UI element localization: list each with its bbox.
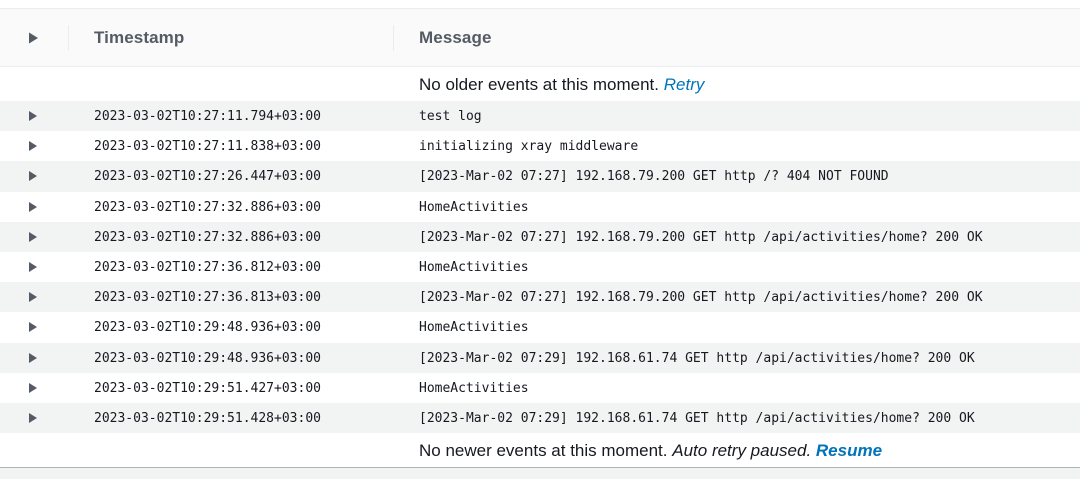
events-list: 2023-03-02T10:27:11.794+03:00 test log 202… — [0, 101, 1080, 434]
event-timestamp: 2023-03-02T10:27:36.812+03:00 — [94, 259, 321, 275]
log-event-row[interactable]: 2023-03-02T10:29:48.936+03:00 [2023-Mar-0… — [0, 342, 1080, 373]
column-divider[interactable] — [68, 25, 69, 51]
event-timestamp: 2023-03-02T10:27:32.886+03:00 — [94, 199, 321, 215]
newer-events-text: No newer events at this moment. — [419, 441, 668, 460]
log-event-row[interactable]: 2023-03-02T10:27:32.886+03:00 HomeActivit… — [0, 192, 1080, 222]
expand-all-caret-icon[interactable] — [26, 31, 40, 45]
expand-row-caret-icon[interactable] — [28, 382, 38, 394]
older-events-message: No older events at this moment. Retry — [419, 75, 704, 95]
event-message: HomeActivities — [419, 199, 529, 215]
log-event-row[interactable]: 2023-03-02T10:27:36.813+03:00 [2023-Mar-0… — [0, 282, 1080, 313]
resume-link[interactable]: Resume — [816, 441, 882, 460]
expand-row-caret-icon[interactable] — [28, 321, 38, 333]
event-timestamp: 2023-03-02T10:27:11.838+03:00 — [94, 139, 321, 155]
event-timestamp: 2023-03-02T10:29:51.428+03:00 — [94, 410, 321, 426]
older-events-banner: No older events at this moment. Retry — [0, 67, 1080, 101]
table-top-edge — [0, 0, 1080, 9]
expand-row-caret-icon[interactable] — [28, 352, 38, 364]
log-event-row[interactable]: 2023-03-02T10:29:51.427+03:00 HomeActivit… — [0, 373, 1080, 403]
newer-events-message: No newer events at this moment. Auto ret… — [419, 441, 882, 461]
event-message: HomeActivities — [419, 259, 529, 275]
log-event-row[interactable]: 2023-03-02T10:27:11.794+03:00 test log — [0, 101, 1080, 132]
table-header: Timestamp Message — [0, 9, 1080, 67]
event-message: [2023-Mar-02 07:29] 192.168.61.74 GET ht… — [419, 410, 975, 426]
event-message: [2023-Mar-02 07:27] 192.168.79.200 GET h… — [419, 290, 983, 306]
auto-retry-paused-text: Auto retry paused. — [672, 441, 812, 460]
event-timestamp: 2023-03-02T10:27:32.886+03:00 — [94, 229, 321, 245]
event-message: initializing xray middleware — [419, 139, 639, 155]
event-timestamp: 2023-03-02T10:27:26.447+03:00 — [94, 169, 321, 185]
event-timestamp: 2023-03-02T10:27:36.813+03:00 — [94, 290, 321, 306]
timestamp-column-header[interactable]: Timestamp — [94, 28, 184, 48]
event-timestamp: 2023-03-02T10:27:11.794+03:00 — [94, 109, 321, 124]
log-event-row[interactable]: 2023-03-02T10:27:32.886+03:00 [2023-Mar-0… — [0, 221, 1080, 252]
expand-row-caret-icon[interactable] — [28, 231, 38, 243]
event-timestamp: 2023-03-02T10:29:51.427+03:00 — [94, 380, 321, 396]
newer-events-banner: No newer events at this moment. Auto ret… — [0, 433, 1080, 467]
table-bottom-edge — [0, 467, 1080, 479]
log-event-row[interactable]: 2023-03-02T10:27:26.447+03:00 [2023-Mar-0… — [0, 161, 1080, 192]
log-events-table: Timestamp Message No older events at thi… — [0, 0, 1080, 479]
expand-row-caret-icon[interactable] — [28, 261, 38, 273]
event-message: HomeActivities — [419, 320, 529, 336]
log-event-row[interactable]: 2023-03-02T10:27:11.838+03:00 initializin… — [0, 131, 1080, 161]
expand-row-caret-icon[interactable] — [28, 201, 38, 213]
log-event-row[interactable]: 2023-03-02T10:27:36.812+03:00 HomeActivit… — [0, 252, 1080, 282]
event-message: [2023-Mar-02 07:27] 192.168.79.200 GET h… — [419, 169, 889, 185]
older-events-text: No older events at this moment. — [419, 75, 660, 94]
event-message: [2023-Mar-02 07:29] 192.168.61.74 GET ht… — [419, 350, 975, 366]
event-message: HomeActivities — [419, 380, 529, 396]
column-divider[interactable] — [393, 25, 394, 51]
retry-link[interactable]: Retry — [664, 75, 705, 94]
expand-row-caret-icon[interactable] — [28, 110, 38, 122]
expand-row-caret-icon[interactable] — [28, 291, 38, 303]
event-message: [2023-Mar-02 07:27] 192.168.79.200 GET h… — [419, 229, 983, 245]
event-message: test log — [419, 109, 482, 124]
expand-row-caret-icon[interactable] — [28, 412, 38, 424]
event-timestamp: 2023-03-02T10:29:48.936+03:00 — [94, 320, 321, 336]
expand-row-caret-icon[interactable] — [28, 140, 38, 152]
log-event-row[interactable]: 2023-03-02T10:29:48.936+03:00 HomeActivit… — [0, 312, 1080, 342]
message-column-header[interactable]: Message — [419, 28, 492, 48]
expand-row-caret-icon[interactable] — [28, 170, 38, 182]
event-timestamp: 2023-03-02T10:29:48.936+03:00 — [94, 350, 321, 366]
log-event-row[interactable]: 2023-03-02T10:29:51.428+03:00 [2023-Mar-0… — [0, 402, 1080, 434]
